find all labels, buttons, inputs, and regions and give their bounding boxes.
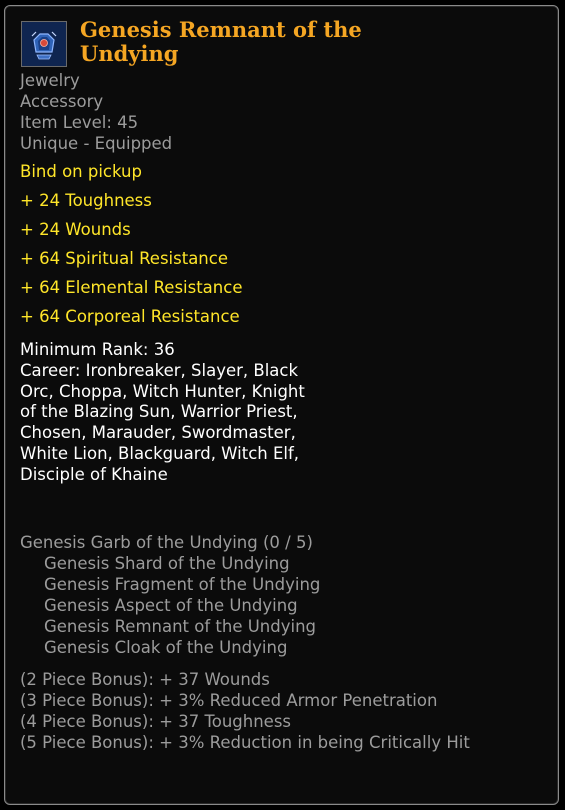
stat-corporeal-resistance: + 64 Corporeal Resistance — [20, 307, 240, 326]
blue-jewelry-icon — [21, 21, 67, 67]
set-piece: Genesis Aspect of the Undying — [44, 596, 298, 615]
stat-elemental-resistance: + 64 Elemental Resistance — [20, 278, 243, 297]
item-tooltip: Genesis Remnant of the Undying Jewelry A… — [4, 5, 559, 805]
set-piece: Genesis Shard of the Undying — [44, 554, 290, 573]
minimum-rank: Minimum Rank: 36 — [20, 340, 175, 359]
stat-spiritual-resistance: + 64 Spiritual Resistance — [20, 249, 228, 268]
bind-status: Bind on pickup — [20, 162, 142, 181]
set-bonuses: (2 Piece Bonus): + 37 Wounds (3 Piece Bo… — [20, 669, 540, 753]
stat-wounds: + 24 Wounds — [20, 220, 131, 239]
set-bonus: (2 Piece Bonus): + 37 Wounds — [20, 670, 270, 689]
jewelry-icon-graphic — [22, 22, 66, 66]
career-list: Career: Ironbreaker, Slayer, Black Orc, … — [20, 360, 305, 484]
stat-list: + 24 Toughness + 24 Wounds + 64 Spiritua… — [20, 190, 242, 335]
set-piece: Genesis Cloak of the Undying — [44, 638, 288, 657]
set-piece: Genesis Fragment of the Undying — [44, 575, 321, 594]
set-info: Genesis Garb of the Undying (0 / 5) Gene… — [20, 532, 320, 658]
set-bonus: (5 Piece Bonus): + 3% Reduction in being… — [20, 733, 470, 752]
set-bonus: (3 Piece Bonus): + 3% Reduced Armor Pene… — [20, 691, 438, 710]
set-piece: Genesis Remnant of the Undying — [44, 617, 317, 636]
requirements: Minimum Rank: 36 Career: Ironbreaker, Sl… — [20, 340, 310, 486]
item-rarity: Unique - Equipped — [20, 134, 173, 153]
item-type: Jewelry — [20, 71, 80, 90]
item-slot: Accessory — [20, 92, 104, 111]
item-info: Jewelry Accessory Item Level: 45 Unique … — [20, 70, 172, 154]
item-level: Item Level: 45 — [20, 113, 139, 132]
stat-toughness: + 24 Toughness — [20, 191, 152, 210]
set-bonus: (4 Piece Bonus): + 37 Toughness — [20, 712, 292, 731]
item-name: Genesis Remnant of the Undying — [80, 17, 362, 66]
set-title: Genesis Garb of the Undying (0 / 5) — [20, 533, 313, 552]
